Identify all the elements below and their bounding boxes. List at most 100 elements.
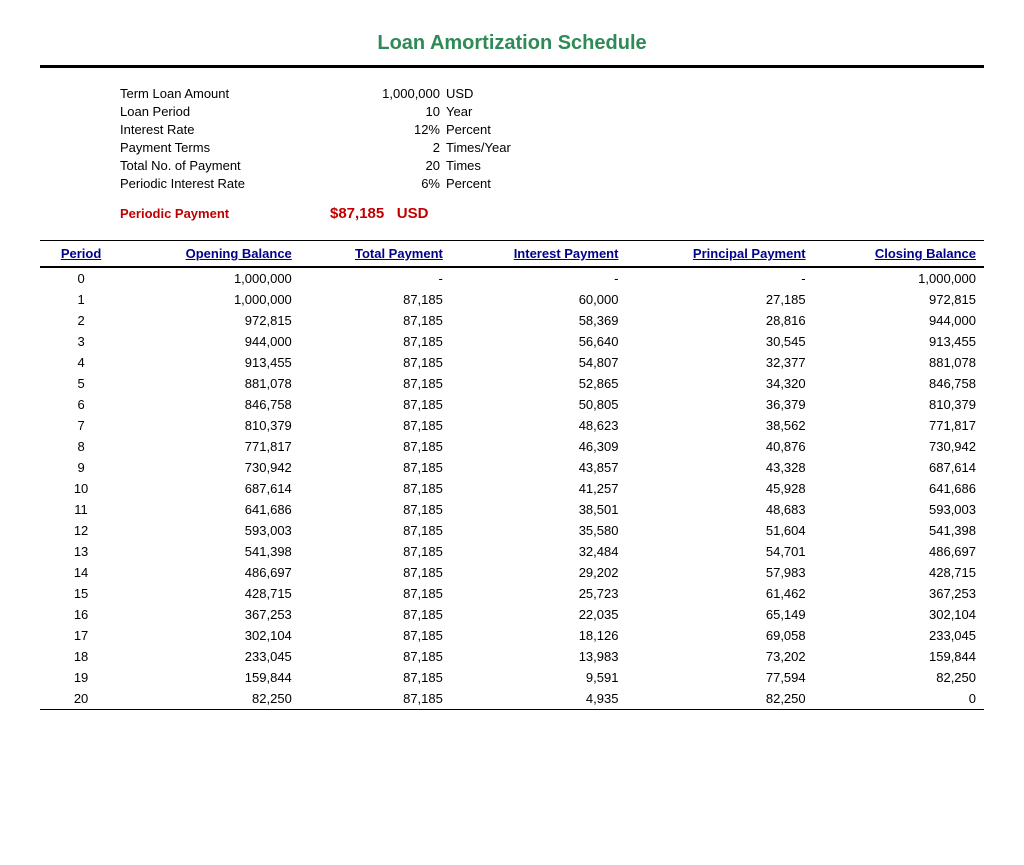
- table-cell: 593,003: [122, 520, 300, 541]
- info-row-value: 1,000,000: [320, 86, 440, 101]
- table-cell: 87,185: [300, 331, 451, 352]
- table-cell: 3: [40, 331, 122, 352]
- table-cell: 771,817: [814, 415, 984, 436]
- periodic-unit: USD: [397, 205, 429, 222]
- table-cell: 56,640: [451, 331, 627, 352]
- table-cell: 82,250: [814, 667, 984, 688]
- table-cell: 18,126: [451, 625, 627, 646]
- table-cell: 18: [40, 646, 122, 667]
- table-cell: 0: [40, 267, 122, 289]
- table-cell: 14: [40, 562, 122, 583]
- table-cell: 45,928: [626, 478, 813, 499]
- amortization-table-section: PeriodOpening BalanceTotal PaymentIntere…: [40, 240, 984, 710]
- table-cell: 87,185: [300, 310, 451, 331]
- table-cell: 302,104: [814, 604, 984, 625]
- table-row: 16367,25387,18522,03565,149302,104: [40, 604, 984, 625]
- table-cell: 233,045: [814, 625, 984, 646]
- table-cell: 34,320: [626, 373, 813, 394]
- table-cell: 87,185: [300, 478, 451, 499]
- table-cell: 87,185: [300, 289, 451, 310]
- table-cell: 486,697: [814, 541, 984, 562]
- table-cell: 38,501: [451, 499, 627, 520]
- table-cell: 810,379: [814, 394, 984, 415]
- table-cell: 87,185: [300, 415, 451, 436]
- table-cell: 16: [40, 604, 122, 625]
- table-row: 2082,25087,1854,93582,2500: [40, 688, 984, 710]
- table-row: 18233,04587,18513,98373,202159,844: [40, 646, 984, 667]
- table-cell: 1,000,000: [122, 289, 300, 310]
- table-cell: 19: [40, 667, 122, 688]
- table-cell: 87,185: [300, 688, 451, 710]
- table-cell: 233,045: [122, 646, 300, 667]
- table-cell: 36,379: [626, 394, 813, 415]
- table-cell: 486,697: [122, 562, 300, 583]
- table-cell: 87,185: [300, 373, 451, 394]
- table-cell: 944,000: [814, 310, 984, 331]
- table-cell: 1,000,000: [814, 267, 984, 289]
- table-cell: 972,815: [814, 289, 984, 310]
- table-cell: 87,185: [300, 457, 451, 478]
- table-cell: 159,844: [122, 667, 300, 688]
- table-row: 17302,10487,18518,12669,058233,045: [40, 625, 984, 646]
- table-cell: 87,185: [300, 541, 451, 562]
- table-cell: 13: [40, 541, 122, 562]
- table-cell: 43,857: [451, 457, 627, 478]
- info-row-label: Payment Terms: [120, 140, 320, 155]
- table-cell: 87,185: [300, 352, 451, 373]
- table-cell: 54,807: [451, 352, 627, 373]
- table-cell: 48,623: [451, 415, 627, 436]
- info-row-unit: Year: [446, 104, 472, 119]
- info-row-value: 10: [320, 104, 440, 119]
- table-cell: 687,614: [814, 457, 984, 478]
- table-row: 15428,71587,18525,72361,462367,253: [40, 583, 984, 604]
- table-cell: 87,185: [300, 499, 451, 520]
- table-cell: 541,398: [122, 541, 300, 562]
- table-cell: 60,000: [451, 289, 627, 310]
- table-cell: 87,185: [300, 604, 451, 625]
- table-row: 4913,45587,18554,80732,377881,078: [40, 352, 984, 373]
- info-row-value: 20: [320, 158, 440, 173]
- table-row: 01,000,000---1,000,000: [40, 267, 984, 289]
- table-cell: 4,935: [451, 688, 627, 710]
- table-cell: 32,484: [451, 541, 627, 562]
- table-row: 13541,39887,18532,48454,701486,697: [40, 541, 984, 562]
- info-row-value: 6%: [320, 176, 440, 191]
- table-row: 11,000,00087,18560,00027,185972,815: [40, 289, 984, 310]
- table-row: 10687,61487,18541,25745,928641,686: [40, 478, 984, 499]
- table-cell: 8: [40, 436, 122, 457]
- table-cell: 38,562: [626, 415, 813, 436]
- info-section: Term Loan Amount 1,000,000 USD Loan Peri…: [120, 86, 984, 222]
- page-title: Loan Amortization Schedule: [40, 20, 984, 68]
- table-cell: 52,865: [451, 373, 627, 394]
- info-row-value: 12%: [320, 122, 440, 137]
- table-cell: 11: [40, 499, 122, 520]
- table-cell: 593,003: [814, 499, 984, 520]
- table-cell: 22,035: [451, 604, 627, 625]
- table-row: 8771,81787,18546,30940,876730,942: [40, 436, 984, 457]
- table-row: 14486,69787,18529,20257,983428,715: [40, 562, 984, 583]
- table-cell: 73,202: [626, 646, 813, 667]
- periodic-payment-row: Periodic Payment $87,185 USD: [120, 205, 984, 222]
- info-row: Term Loan Amount 1,000,000 USD: [120, 86, 984, 101]
- info-row-unit: Percent: [446, 176, 491, 191]
- table-row: 5881,07887,18552,86534,320846,758: [40, 373, 984, 394]
- table-cell: 6: [40, 394, 122, 415]
- table-cell: 87,185: [300, 583, 451, 604]
- table-cell: 69,058: [626, 625, 813, 646]
- info-row-label: Term Loan Amount: [120, 86, 320, 101]
- periodic-label: Periodic Payment: [120, 206, 320, 221]
- table-cell: 30,545: [626, 331, 813, 352]
- table-cell: 87,185: [300, 520, 451, 541]
- info-row-label: Loan Period: [120, 104, 320, 119]
- table-cell: 50,805: [451, 394, 627, 415]
- table-cell: 48,683: [626, 499, 813, 520]
- table-cell: 730,942: [122, 457, 300, 478]
- table-cell: 87,185: [300, 562, 451, 583]
- table-cell: 641,686: [814, 478, 984, 499]
- table-column-header: Period: [40, 241, 122, 268]
- table-cell: 367,253: [122, 604, 300, 625]
- table-row: 12593,00387,18535,58051,604541,398: [40, 520, 984, 541]
- table-cell: 881,078: [122, 373, 300, 394]
- table-cell: 367,253: [814, 583, 984, 604]
- table-cell: 40,876: [626, 436, 813, 457]
